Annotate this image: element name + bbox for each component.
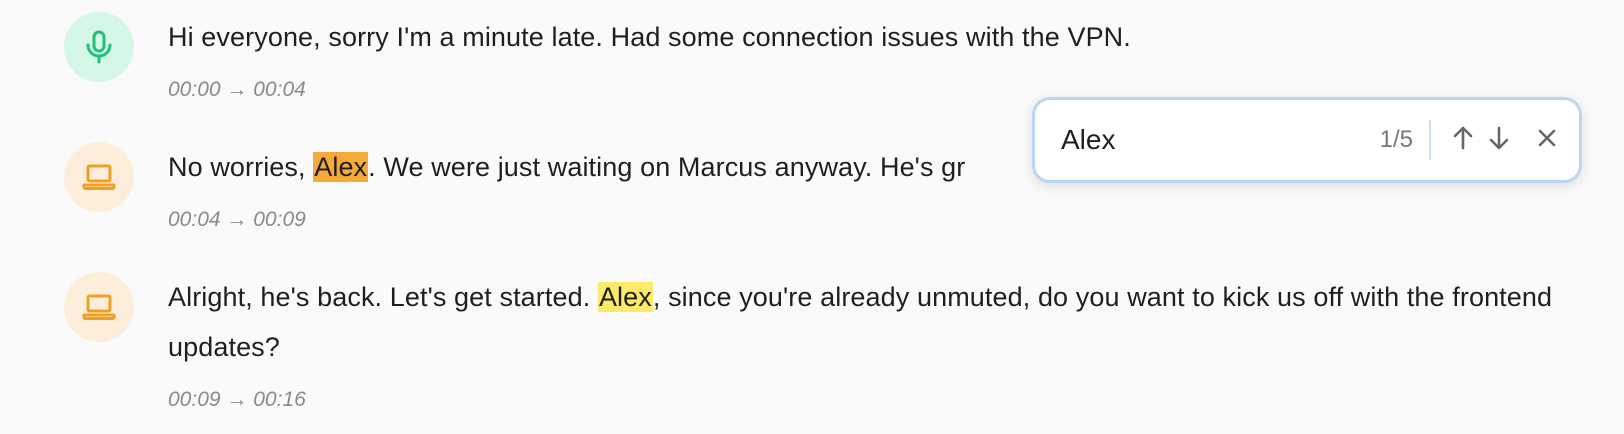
- previous-match-button[interactable]: [1445, 118, 1481, 162]
- laptop-icon: [82, 163, 116, 191]
- laptop-avatar: [64, 142, 134, 212]
- close-icon: [1537, 128, 1557, 153]
- timestamp: 00:00 → 00:04: [168, 78, 306, 101]
- microphone-avatar: [64, 12, 134, 82]
- next-match-button[interactable]: [1481, 118, 1517, 162]
- laptop-avatar: [64, 272, 134, 342]
- microphone-icon: [84, 30, 114, 64]
- transcript-text: Hi everyone, sorry I'm a minute late. Ha…: [168, 22, 1131, 52]
- search-match: Alex: [597, 282, 653, 312]
- divider: [1429, 120, 1431, 160]
- find-bar: 1/5: [1032, 97, 1582, 183]
- search-match-current: Alex: [313, 152, 369, 182]
- timestamp: 00:09 → 00:16: [168, 388, 306, 411]
- match-count: 1/5: [1379, 126, 1413, 153]
- find-input[interactable]: [1061, 124, 1351, 156]
- transcript-text: Alright, he's back. Let's get started. A…: [168, 282, 1553, 362]
- arrow-down-icon: [1488, 125, 1510, 156]
- timestamp: 00:04 → 00:09: [168, 208, 306, 231]
- close-find-button[interactable]: [1529, 118, 1565, 162]
- arrow-up-icon: [1452, 125, 1474, 156]
- laptop-icon: [82, 293, 116, 321]
